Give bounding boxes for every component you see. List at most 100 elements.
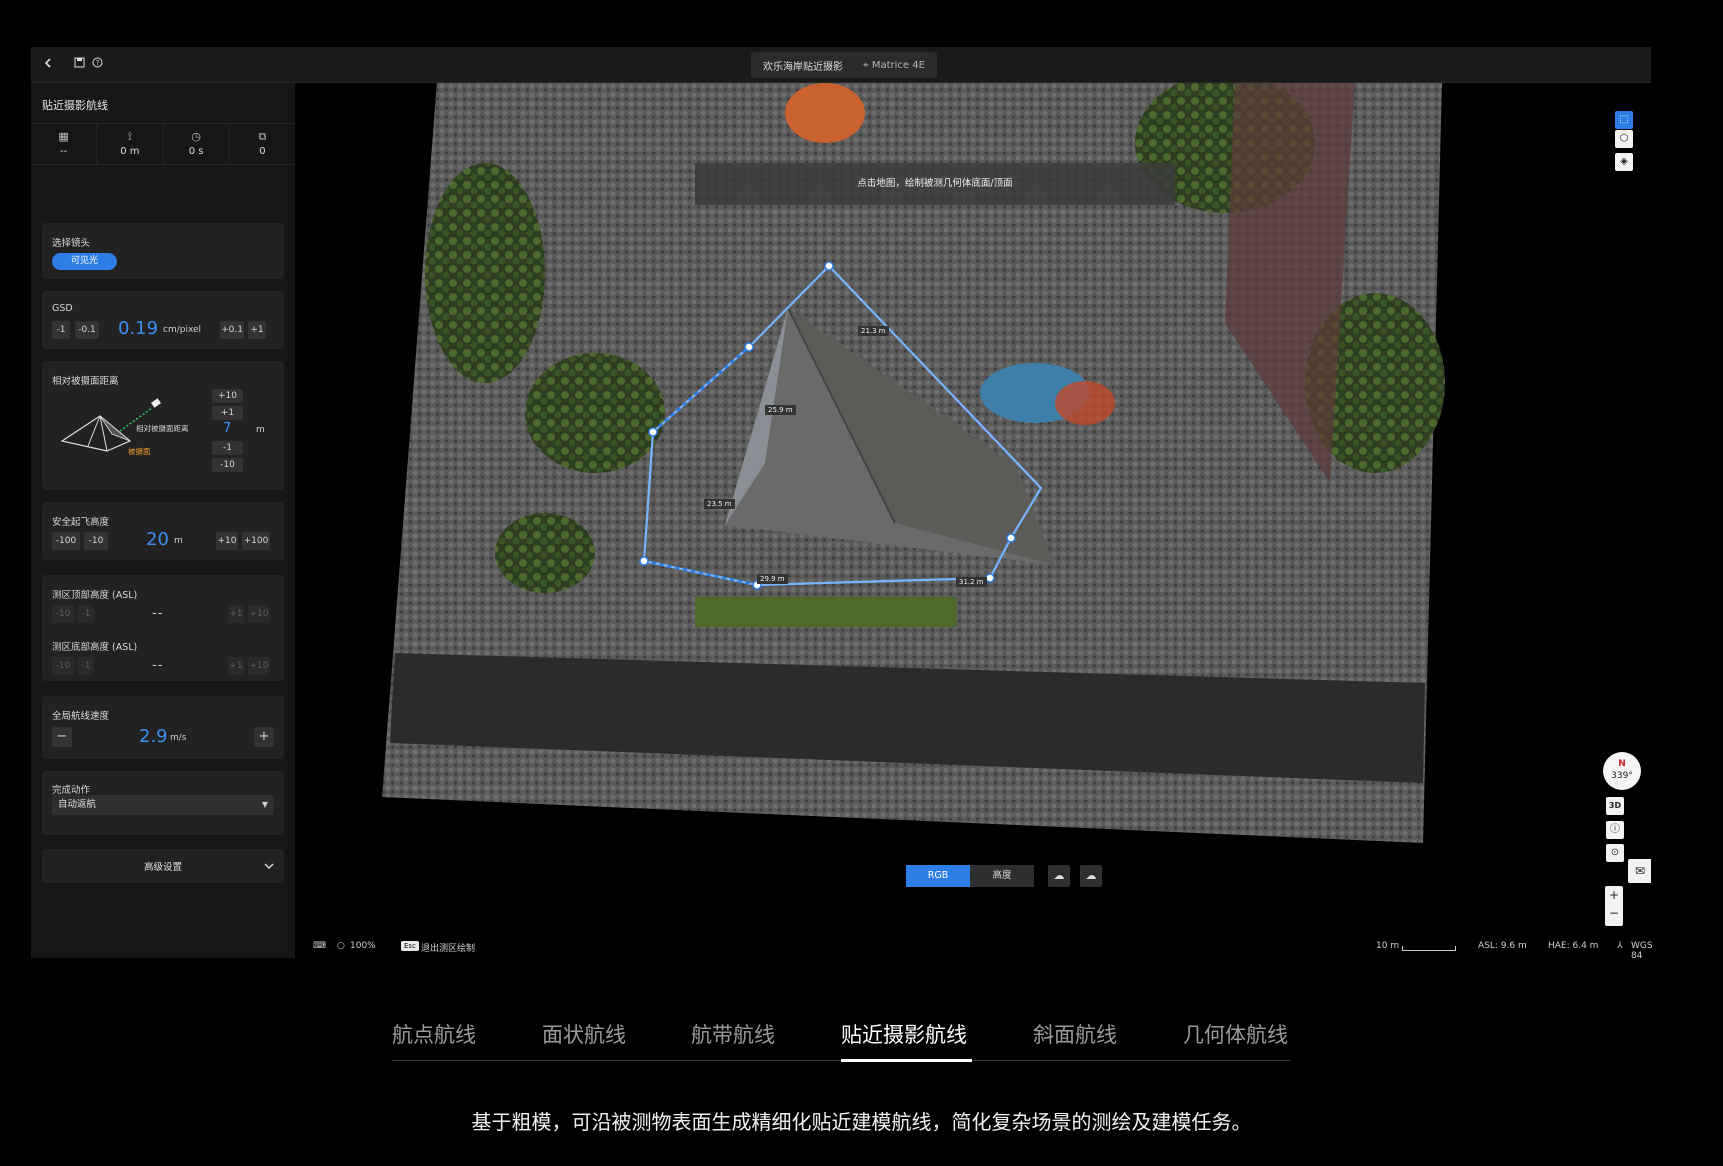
mode-height-button[interactable]: 高度 [970, 865, 1034, 887]
stat-distance: ⟟ 0 m [97, 124, 164, 164]
svg-text:?: ? [95, 59, 99, 67]
takeoff-label: 安全起飞高度 [52, 517, 110, 528]
bottom-alt-plus-1-button[interactable]: +1 [228, 657, 244, 675]
advanced-label: 高级设置 [143, 862, 182, 873]
crs-label[interactable]: WGS 84 [1631, 941, 1653, 961]
draw-hint-toast: 点击地图，绘制被测几何体底面/顶面 [695, 163, 1175, 205]
takeoff-plus-100-button[interactable]: +100 [242, 532, 270, 550]
bottom-alt-minus-1-button[interactable]: -1 [78, 657, 94, 675]
compass-button[interactable]: N 339° [1603, 752, 1641, 790]
distance-diagram-label: 相对被摄面距离 [136, 424, 189, 433]
active-tab-indicator [841, 1059, 972, 1062]
render-mode-toggle: RGB 高度 [906, 865, 1034, 887]
takeoff-minus-10-button[interactable]: -10 [84, 532, 108, 550]
crs-icon: ⅄ [1617, 941, 1623, 951]
distance-minus-10-button[interactable]: -10 [212, 458, 243, 472]
mode-rgb-button[interactable]: RGB [906, 865, 970, 887]
bottom-alt-value: -- [152, 658, 164, 673]
gsd-label: GSD [52, 303, 73, 314]
load-percentage: 100% [350, 941, 376, 951]
speed-plus-button[interactable]: + [254, 727, 274, 747]
top-alt-plus-10-button[interactable]: +10 [248, 605, 270, 623]
clock-icon: ◷ [191, 130, 201, 143]
distance-unit: m [256, 425, 265, 435]
locate-icon[interactable]: ⊙ [1606, 844, 1624, 862]
help-circle-icon[interactable]: ? [88, 56, 106, 74]
tab-geometry[interactable]: 几何体航线 [1183, 1019, 1288, 1049]
takeoff-card: 安全起飞高度 -100 -10 20 m +10 +100 [42, 502, 284, 560]
loading-circle-icon: ○ [337, 941, 345, 951]
drone-model-label: Matrice 4E [871, 59, 925, 71]
stat-time-value: 0 s [188, 146, 204, 157]
top-alt-minus-10-button[interactable]: -10 [52, 605, 74, 623]
zoom-in-button[interactable]: + [1605, 886, 1623, 904]
distance-plus-1-button[interactable]: +1 [212, 406, 243, 420]
tab-area[interactable]: 面状航线 [542, 1019, 626, 1049]
speed-minus-button[interactable]: − [52, 727, 72, 747]
lens-card: 选择镜头 可见光 [42, 223, 284, 279]
mission-info: 欢乐海岸贴近摄影 ⌖ Matrice 4E [751, 52, 937, 78]
mission-name: 欢乐海岸贴近摄影 [763, 61, 843, 73]
route-type-tabs: 航点航线 面状航线 航带航线 贴近摄影航线 斜面航线 几何体航线 [392, 1011, 1290, 1062]
speed-card: 全局航线速度 − 2.9 m/s + [42, 696, 284, 759]
status-bar: ⌨ ○ 100% Esc 退出测区绘制 10 m ASL: 9.6 m HAE:… [295, 936, 1653, 961]
save-icon[interactable] [70, 56, 88, 74]
distance-card: 相对被摄面距离 相对被摄面距离 被摄面 +10 +1 7 m -1 -10 [42, 361, 284, 490]
keyboard-icon[interactable]: ⌨ [313, 941, 326, 951]
distance-minus-1-button[interactable]: -1 [212, 441, 243, 455]
top-alt-label: 测区顶部高度 (ASL) [52, 590, 138, 601]
takeoff-minus-100-button[interactable]: -100 [52, 532, 80, 550]
info-icon[interactable]: ⓘ [1606, 821, 1624, 839]
compass-heading: 339° [1611, 771, 1633, 781]
finish-action-value: 自动返航 [58, 799, 97, 810]
distance-icon: ⟟ [127, 130, 132, 143]
advanced-settings-button[interactable]: 高级设置 [42, 849, 284, 883]
gsd-minus-1-button[interactable]: -1 [52, 321, 70, 339]
esc-key-badge: Esc [401, 941, 419, 951]
tab-waypoint[interactable]: 航点航线 [392, 1019, 476, 1049]
cloud-sync-icon[interactable]: ☁ [1080, 865, 1102, 887]
lens-visible-button[interactable]: 可见光 [52, 253, 117, 270]
feedback-chat-icon[interactable]: ✉ [1628, 859, 1651, 883]
gsd-unit: cm/pixel [163, 325, 202, 335]
layers-tool[interactable]: ◈ [1615, 153, 1633, 171]
asl-readout: ASL: 9.6 m [1478, 941, 1527, 951]
segment-length-label: 25.9 m [765, 405, 796, 415]
bottom-alt-plus-10-button[interactable]: +10 [248, 657, 270, 675]
lens-label: 选择镜头 [52, 238, 91, 249]
stat-distance-value: 0 m [120, 146, 140, 157]
gsd-plus-0.1-button[interactable]: +0.1 [220, 321, 244, 339]
top-alt-plus-1-button[interactable]: +1 [228, 605, 244, 623]
point-cloud-map[interactable] [295, 83, 1651, 958]
zoom-out-button[interactable]: − [1605, 904, 1623, 922]
exit-draw-hint[interactable]: 退出测区绘制 [421, 941, 475, 954]
distance-label: 相对被摄面距离 [52, 376, 119, 387]
tab-close-proximity[interactable]: 贴近摄影航线 [841, 1019, 967, 1049]
feature-caption: 基于粗模，可沿被测物表面生成精细化贴近建模航线，简化复杂场景的测绘及建模任务。 [471, 1110, 1252, 1134]
segment-length-label: 21.3 m [858, 326, 889, 336]
bottom-alt-minus-10-button[interactable]: -10 [52, 657, 74, 675]
app-window: ? 欢乐海岸贴近摄影 ⌖ Matrice 4E 贴近摄影航线 ▦ -- ⟟ 0 … [31, 47, 1653, 961]
map-view[interactable]: 21.3 m 25.9 m 23.5 m 29.9 m 31.2 m 点击地图，… [295, 83, 1651, 958]
draw-polygon-tool[interactable]: ⬚ [1615, 111, 1633, 129]
add-geometry-tool[interactable]: ⬡ [1615, 130, 1633, 148]
gsd-plus-1-button[interactable]: +1 [248, 321, 266, 339]
cloud-upload-icon[interactable]: ☁ [1048, 865, 1070, 887]
finish-action-select[interactable]: 自动返航 ▼ [52, 795, 274, 815]
top-bar: ? 欢乐海岸贴近摄影 ⌖ Matrice 4E [31, 47, 1651, 83]
panel-title: 贴近摄影航线 [42, 99, 108, 112]
takeoff-plus-10-button[interactable]: +10 [216, 532, 238, 550]
route-settings-panel: 贴近摄影航线 ▦ -- ⟟ 0 m ◷ 0 s ⧉ 0 选择镜头 可见光 GSD… [31, 83, 295, 958]
top-alt-value: -- [152, 606, 164, 621]
chevron-left-icon[interactable] [39, 56, 57, 74]
tab-strip[interactable]: 航带航线 [691, 1019, 775, 1049]
stat-photos: ⧉ 0 [230, 124, 295, 164]
speed-value: 2.9 [139, 726, 168, 747]
gsd-minus-0.1-button[interactable]: -0.1 [75, 321, 99, 339]
tab-slope[interactable]: 斜面航线 [1033, 1019, 1117, 1049]
view-3d-button[interactable]: 3D [1606, 797, 1624, 815]
caret-down-icon: ▼ [261, 800, 268, 809]
top-alt-minus-1-button[interactable]: -1 [78, 605, 94, 623]
stat-photos-value: 0 [259, 146, 266, 157]
distance-plus-10-button[interactable]: +10 [212, 389, 243, 403]
